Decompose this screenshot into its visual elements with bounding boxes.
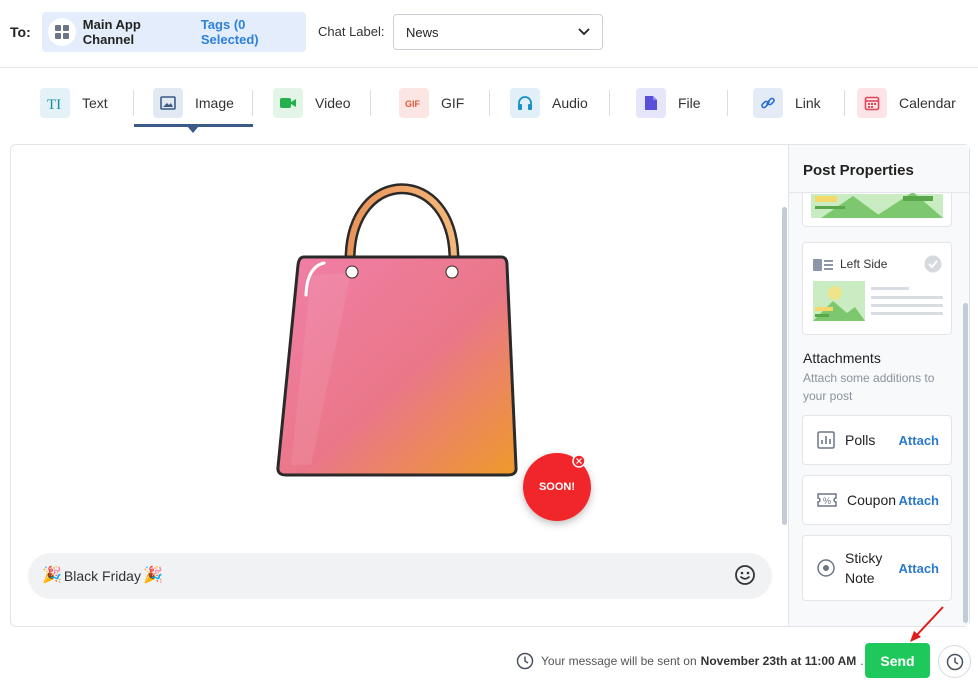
party-icon: 🎉: [142, 567, 163, 584]
tab-label: Audio: [552, 95, 588, 111]
clock-icon: [946, 653, 963, 670]
divider: [609, 90, 610, 116]
tab-label: Text: [82, 95, 108, 111]
tab-file[interactable]: File: [636, 88, 701, 118]
tab-label: File: [678, 95, 701, 111]
attach-coupon[interactable]: % Coupon Attach: [802, 475, 952, 525]
chevron-down-icon: [578, 28, 590, 36]
left-side-preview: [813, 281, 943, 321]
schedule-prefix: Your message will be sent on: [541, 654, 697, 668]
divider: [252, 90, 253, 116]
post-preview: SOON! 🎉 Black Friday 🎉: [11, 145, 788, 626]
text-icon: TI: [40, 88, 70, 118]
divider: [844, 90, 845, 116]
video-icon: [273, 88, 303, 118]
schedule-button[interactable]: [938, 645, 971, 678]
preview-scrollbar[interactable]: [782, 207, 787, 525]
attach-polls[interactable]: Polls Attach: [802, 415, 952, 465]
chat-label-text: Chat Label:: [318, 24, 385, 39]
svg-text:%: %: [823, 496, 831, 506]
sidebar-title: Post Properties: [789, 145, 969, 193]
tab-label: GIF: [441, 95, 465, 111]
channel-selector[interactable]: Main App Channel Tags (0 Selected): [42, 12, 306, 52]
grid-icon: [54, 25, 69, 39]
check-circle-icon: [924, 255, 942, 273]
coupon-icon: %: [817, 493, 837, 507]
attach-label: Polls: [845, 432, 876, 448]
chat-label-select[interactable]: News: [393, 14, 603, 50]
tab-calendar[interactable]: Calendar: [857, 88, 956, 118]
schedule-suffix: .: [860, 654, 864, 668]
layout-option-left-side[interactable]: Left Side: [802, 242, 952, 335]
attach-polls-button[interactable]: Attach: [899, 433, 939, 448]
post-type-tabs: TI Text Image Video GIF GIF Audio File L…: [0, 68, 978, 138]
attach-coupon-button[interactable]: Attach: [899, 493, 939, 508]
channel-avatar: [48, 18, 76, 46]
post-editor: SOON! 🎉 Black Friday 🎉 Post Properties L…: [10, 144, 970, 627]
gif-icon: GIF: [399, 88, 429, 118]
tab-label: Image: [195, 95, 234, 111]
header: To: Main App Channel Tags (0 Selected) C…: [0, 0, 978, 68]
caption-text: Black Friday: [63, 568, 141, 584]
left-side-layout-icon: [813, 259, 833, 271]
svg-text:GIF: GIF: [405, 99, 421, 109]
party-icon: 🎉: [42, 567, 62, 584]
tab-video[interactable]: Video: [273, 88, 351, 118]
shopping-bag-image: [276, 183, 591, 521]
schedule-date: November 23th at 11:00 AM: [700, 654, 857, 668]
chat-label-value: News: [406, 24, 439, 40]
attach-sticky-note-button[interactable]: Attach: [899, 561, 939, 576]
tab-label: Link: [795, 95, 821, 111]
headphones-icon: [510, 88, 540, 118]
attach-sticky-note[interactable]: Sticky Note Attach: [802, 535, 952, 601]
svg-text:TI: TI: [47, 97, 61, 111]
schedule-message: Your message will be sent on November 23…: [516, 652, 864, 670]
tab-text[interactable]: TI Text: [40, 88, 108, 118]
arrow-annotation: [910, 606, 944, 642]
divider: [489, 90, 490, 116]
divider: [727, 90, 728, 116]
active-tab-caret: [187, 126, 199, 133]
layout-option-label: Left Side: [840, 257, 888, 271]
image-icon: [153, 88, 183, 118]
clock-icon: [516, 652, 534, 670]
attach-label: Sticky Note: [845, 550, 883, 586]
attachments-subtitle: Attach some additions to your post: [803, 371, 935, 403]
divider: [133, 90, 134, 116]
sidebar-scrollbar[interactable]: [963, 303, 968, 623]
to-label: To:: [10, 24, 31, 40]
file-icon: [636, 88, 666, 118]
attachments-title: Attachments: [803, 350, 881, 366]
tab-label: Video: [315, 95, 351, 111]
tab-gif[interactable]: GIF GIF: [399, 88, 464, 118]
chart-icon: [817, 431, 835, 449]
channel-name: Main App Channel: [82, 17, 141, 47]
sticky-note-icon: [817, 559, 835, 577]
emoji-icon[interactable]: [734, 564, 756, 589]
tab-audio[interactable]: Audio: [510, 88, 588, 118]
tab-image[interactable]: Image: [153, 88, 234, 118]
caption-input[interactable]: 🎉 Black Friday 🎉: [28, 553, 772, 599]
tab-label: Calendar: [899, 95, 956, 111]
tags-selector[interactable]: Tags (0 Selected): [201, 17, 306, 47]
attach-label: Coupon: [847, 492, 897, 508]
badge-text: SOON!: [538, 481, 576, 493]
tab-link[interactable]: Link: [753, 88, 821, 118]
calendar-icon: [857, 88, 887, 118]
link-icon: [753, 88, 783, 118]
send-button[interactable]: Send: [865, 643, 930, 678]
post-properties-sidebar: Post Properties Left Side Attachments At…: [788, 145, 969, 626]
divider: [370, 90, 371, 116]
